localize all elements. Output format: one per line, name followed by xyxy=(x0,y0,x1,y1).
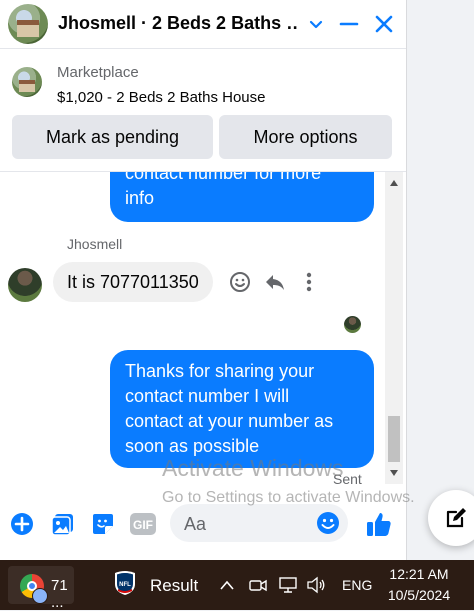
chrome-taskbar-button[interactable]: 71 ... xyxy=(8,566,74,611)
network-icon[interactable] xyxy=(278,575,298,595)
compose-icon xyxy=(446,508,466,528)
chrome-window-label: 71 ... xyxy=(51,577,68,611)
svg-text:NFL: NFL xyxy=(119,582,131,588)
message-input[interactable] xyxy=(182,504,316,544)
message-composer: GIF xyxy=(0,500,406,548)
volume-icon[interactable] xyxy=(306,575,326,595)
listing-avatar[interactable] xyxy=(8,4,48,44)
mark-as-pending-button[interactable]: Mark as pending xyxy=(12,115,213,159)
sticker-icon[interactable] xyxy=(90,511,116,537)
minimize-icon[interactable] xyxy=(335,10,363,38)
photo-icon[interactable] xyxy=(50,511,76,537)
meet-now-icon[interactable] xyxy=(248,575,268,595)
sender-avatar[interactable] xyxy=(8,268,42,302)
message-line: Thanks for sharing your xyxy=(125,361,315,381)
chat-header: Jhosmell · 2 Beds 2 Baths … xyxy=(0,0,406,49)
scrollbar-thumb[interactable] xyxy=(388,416,400,462)
message-list: contact number for more info Jhosmell It… xyxy=(0,172,406,484)
plus-circle-icon[interactable] xyxy=(9,511,35,537)
incoming-message-bubble[interactable]: It is 7077011350 xyxy=(53,262,213,302)
outgoing-message-bubble[interactable]: contact number for more info xyxy=(110,172,374,222)
message-line: contact number I will xyxy=(125,386,290,406)
incoming-message-text: It is 7077011350 xyxy=(67,271,199,292)
chevron-up-icon[interactable] xyxy=(217,575,237,595)
more-actions-icon[interactable] xyxy=(297,270,321,294)
message-line: info xyxy=(125,188,155,208)
reply-icon[interactable] xyxy=(263,270,287,294)
more-options-button[interactable]: More options xyxy=(219,115,392,159)
chat-title[interactable]: Jhosmell · 2 Beds 2 Baths … xyxy=(58,13,298,34)
activate-windows-subtitle: Go to Settings to activate Windows. xyxy=(162,489,415,506)
message-scrollbar[interactable] xyxy=(385,172,403,484)
scroll-up-arrow-icon[interactable] xyxy=(390,180,398,186)
svg-text:GIF: GIF xyxy=(133,518,153,532)
activate-windows-title: Activate Windows xyxy=(162,455,344,481)
gif-icon[interactable]: GIF xyxy=(129,511,157,537)
message-input-container[interactable] xyxy=(170,504,348,544)
listing-title[interactable]: $1,020 - 2 Beds 2 Baths House xyxy=(57,89,265,106)
emoji-icon[interactable] xyxy=(316,511,340,535)
result-taskbar-label[interactable]: Result xyxy=(150,576,198,596)
nfl-shield-icon[interactable]: NFL xyxy=(114,570,136,596)
scroll-down-arrow-icon[interactable] xyxy=(390,470,398,476)
windows-taskbar: 71 ... NFL Result ENG 12:21 AM 10/5/2024 xyxy=(0,560,474,611)
clock-time[interactable]: 12:21 AM xyxy=(384,566,454,582)
marketplace-label: Marketplace xyxy=(57,64,139,81)
message-line: contact number for more xyxy=(125,172,322,183)
seen-by-avatar xyxy=(344,316,361,333)
react-emoji-icon[interactable] xyxy=(228,270,252,294)
sender-name: Jhosmell xyxy=(67,236,123,252)
new-message-button[interactable] xyxy=(428,490,474,546)
listing-thumbnail[interactable] xyxy=(12,67,42,97)
message-line: contact at your number as xyxy=(125,411,334,431)
marketplace-listing-panel: Marketplace $1,020 - 2 Beds 2 Baths Hous… xyxy=(0,49,406,172)
clock-date[interactable]: 10/5/2024 xyxy=(384,587,454,603)
close-icon[interactable] xyxy=(370,10,398,38)
input-language[interactable]: ENG xyxy=(342,577,372,593)
thumbs-up-icon[interactable] xyxy=(366,511,392,537)
profile-badge-icon xyxy=(32,588,48,604)
chevron-down-icon[interactable] xyxy=(302,10,330,38)
outgoing-message-bubble[interactable]: Thanks for sharing your contact number I… xyxy=(110,350,374,468)
